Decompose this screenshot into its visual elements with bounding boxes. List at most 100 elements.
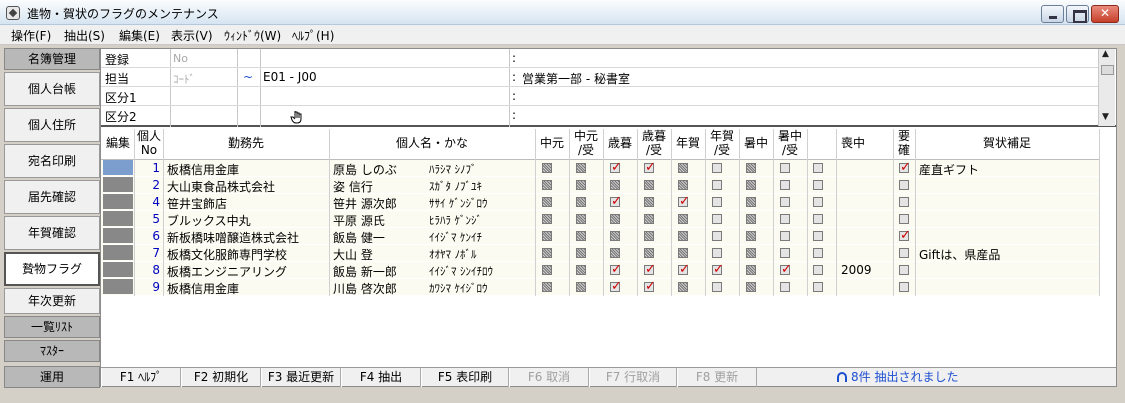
table-row[interactable]: 1 板橋信用金庫 原島 しのぶ ﾊﾗｼﾏ ｼﾉﾌﾞ 産直ギフト	[101, 160, 1099, 177]
edit-cell[interactable]	[103, 177, 133, 192]
flag-checkbox[interactable]	[576, 163, 586, 173]
maximize-button[interactable]	[1066, 5, 1089, 23]
flag-checkbox[interactable]	[712, 163, 722, 173]
edit-cell[interactable]	[103, 211, 133, 226]
flag-checkbox[interactable]	[542, 163, 552, 173]
yokaku-checkbox[interactable]	[899, 180, 909, 190]
flag-checkbox[interactable]	[813, 231, 823, 241]
flag-checkbox[interactable]	[678, 214, 688, 224]
table-row[interactable]: 9 板橋信用金庫 川島 啓次郎 ｶﾜｼﾏ ｹｲｼﾞﾛｳ	[101, 279, 1099, 296]
flag-checkbox[interactable]	[712, 180, 722, 190]
yokaku-checkbox[interactable]	[899, 265, 909, 275]
flag-checkbox[interactable]	[712, 197, 722, 207]
edit-cell[interactable]	[103, 160, 133, 175]
flag-checkbox[interactable]	[542, 180, 552, 190]
sidebar-item-unyo[interactable]: 運用	[4, 366, 100, 388]
flag-checkbox[interactable]	[780, 282, 790, 292]
yokaku-checkbox[interactable]	[899, 228, 911, 243]
flag-checkbox[interactable]	[746, 248, 756, 258]
flag-checkbox[interactable]	[576, 282, 586, 292]
scroll-thumb[interactable]	[1101, 65, 1114, 75]
flag-checkbox[interactable]	[780, 180, 790, 190]
table-row[interactable]: 4 笹井宝飾店 笹井 源次郎 ｻｻｲ ｹﾞﾝｼﾞﾛｳ	[101, 194, 1099, 211]
flag-checkbox[interactable]	[644, 262, 656, 277]
edit-cell[interactable]	[103, 228, 133, 243]
flag-checkbox[interactable]	[813, 197, 823, 207]
tanto-code-field[interactable]: E01 - J00	[263, 70, 317, 84]
flag-checkbox[interactable]	[780, 231, 790, 241]
flag-checkbox[interactable]	[542, 197, 552, 207]
sidebar-item-ichiran[interactable]: 一覧ﾘｽﾄ	[4, 316, 100, 338]
flag-checkbox[interactable]	[678, 262, 690, 277]
flag-checkbox[interactable]	[746, 197, 756, 207]
sidebar-item-kojin-jusho[interactable]: 個人住所	[4, 108, 100, 142]
flag-checkbox[interactable]	[780, 163, 790, 173]
flag-checkbox[interactable]	[576, 248, 586, 258]
flag-checkbox[interactable]	[813, 265, 823, 275]
close-button[interactable]	[1091, 5, 1119, 23]
flag-checkbox[interactable]	[712, 214, 722, 224]
flag-checkbox[interactable]	[712, 282, 722, 292]
flag-checkbox[interactable]	[576, 214, 586, 224]
flag-checkbox[interactable]	[746, 231, 756, 241]
flag-checkbox[interactable]	[746, 265, 756, 275]
flag-checkbox[interactable]	[610, 231, 620, 241]
flag-checkbox[interactable]	[542, 231, 552, 241]
table-row[interactable]: 8 板橋エンジニアリング 飯島 新一郎 ｲｲｼﾞﾏ ｼﾝｲﾁﾛｳ 2009	[101, 262, 1099, 279]
flag-checkbox[interactable]	[678, 163, 688, 173]
flag-checkbox[interactable]	[610, 262, 622, 277]
flag-checkbox[interactable]	[678, 194, 690, 209]
flag-checkbox[interactable]	[678, 231, 688, 241]
flag-checkbox[interactable]	[746, 180, 756, 190]
f8-update-button[interactable]: F8 更新	[677, 368, 757, 387]
flag-checkbox[interactable]	[610, 248, 620, 258]
f7-row-cancel-button[interactable]: F7 行取消	[589, 368, 677, 387]
flag-checkbox[interactable]	[576, 265, 586, 275]
sidebar-item-kojin-daicho[interactable]: 個人台帳	[4, 72, 100, 106]
table-row[interactable]: 2 大山東食品株式会社 姿 信行 ｽｶﾞﾀ ﾉﾌﾞﾕｷ	[101, 177, 1099, 194]
flag-checkbox[interactable]	[678, 248, 688, 258]
yokaku-checkbox[interactable]	[899, 197, 909, 207]
yokaku-checkbox[interactable]	[899, 160, 911, 175]
flag-checkbox[interactable]	[644, 279, 656, 294]
flag-checkbox[interactable]	[610, 160, 622, 175]
flag-checkbox[interactable]	[542, 265, 552, 275]
edit-cell[interactable]	[103, 262, 133, 277]
edit-cell[interactable]	[103, 279, 133, 294]
f5-print-button[interactable]: F5 表印刷	[421, 368, 509, 387]
scroll-down-icon[interactable]: ▼	[1102, 112, 1109, 122]
table-row[interactable]: 7 板橋文化服飾専門学校 大山 登 ｵｵﾔﾏ ﾉﾎﾞﾙ Giftは、県産品	[101, 245, 1099, 262]
f3-recent-button[interactable]: F3 最近更新	[261, 368, 341, 387]
flag-checkbox[interactable]	[576, 180, 586, 190]
flag-checkbox[interactable]	[712, 262, 724, 277]
f1-help-button[interactable]: F1 ﾍﾙﾌﾟ	[101, 368, 181, 387]
flag-checkbox[interactable]	[644, 160, 656, 175]
flag-checkbox[interactable]	[780, 214, 790, 224]
flag-checkbox[interactable]	[813, 180, 823, 190]
flag-checkbox[interactable]	[813, 163, 823, 173]
table-row[interactable]: 5 ブルックス中丸 平原 源氏 ﾋﾗﾊﾗ ｹﾞﾝｼﾞ	[101, 211, 1099, 228]
flag-checkbox[interactable]	[813, 214, 823, 224]
flag-checkbox[interactable]	[813, 248, 823, 258]
sidebar-item-atena[interactable]: 宛名印刷	[4, 144, 100, 178]
flag-checkbox[interactable]	[542, 214, 552, 224]
menu-operation[interactable]: 操作(F)	[11, 27, 51, 44]
scroll-up-icon[interactable]: ▲	[1102, 49, 1109, 59]
sidebar-item-nenji[interactable]: 年次更新	[4, 288, 100, 314]
flag-checkbox[interactable]	[780, 248, 790, 258]
flag-checkbox[interactable]	[746, 214, 756, 224]
flag-checkbox[interactable]	[542, 282, 552, 292]
flag-checkbox[interactable]	[644, 214, 654, 224]
flag-checkbox[interactable]	[644, 248, 654, 258]
flag-checkbox[interactable]	[610, 214, 620, 224]
flag-checkbox[interactable]	[644, 197, 654, 207]
flag-checkbox[interactable]	[610, 194, 622, 209]
yokaku-checkbox[interactable]	[899, 248, 909, 258]
filter-scrollbar[interactable]: ▲ ▼	[1098, 49, 1115, 126]
sidebar-item-todokesaki[interactable]: 届先確認	[4, 180, 100, 214]
flag-checkbox[interactable]	[644, 180, 654, 190]
flag-checkbox[interactable]	[712, 231, 722, 241]
flag-checkbox[interactable]	[712, 248, 722, 258]
edit-cell[interactable]	[103, 194, 133, 209]
sidebar-item-shinmotsu-flag[interactable]: 贄物フラグ	[4, 252, 100, 286]
